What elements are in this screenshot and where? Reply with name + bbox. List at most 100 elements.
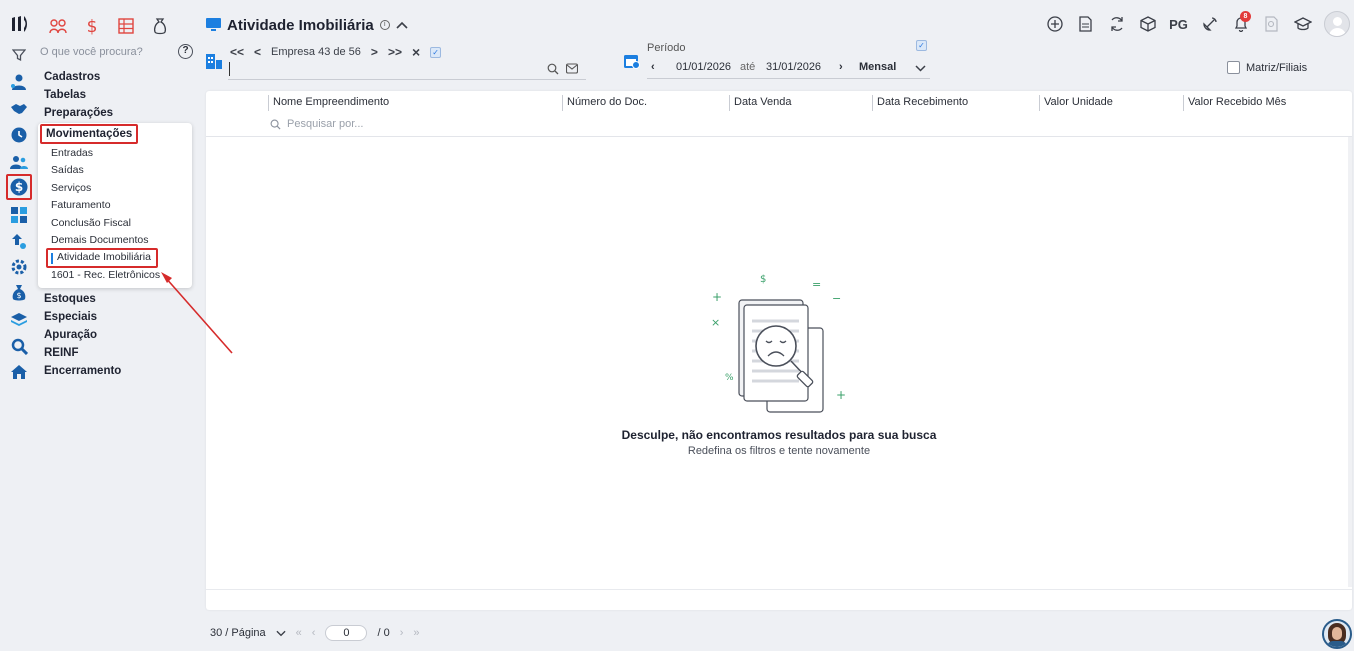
search-icon[interactable] — [547, 63, 559, 78]
menu-item-reinf[interactable]: REINF — [44, 346, 194, 364]
menu-item-movimentacoes[interactable]: Movimentações — [40, 124, 139, 144]
menu-item-apuracao[interactable]: Apuração — [44, 328, 194, 346]
user-avatar[interactable] — [1324, 11, 1350, 37]
company-input[interactable] — [228, 59, 586, 80]
period-checkbox[interactable]: ✓ — [916, 40, 927, 51]
sidebar-search-placeholder[interactable]: O que você procura? — [40, 46, 143, 58]
home-icon[interactable] — [10, 363, 28, 381]
dollar-circle-icon[interactable]: $ — [10, 178, 28, 196]
mail-icon[interactable] — [565, 63, 579, 77]
app-logo-icon[interactable] — [10, 14, 30, 34]
calculator-icon[interactable] — [10, 206, 28, 224]
svg-text:%: % — [725, 373, 734, 383]
table-header: Nome Empreendimento Número do Doc. Data … — [206, 91, 1352, 137]
gear-network-icon[interactable] — [10, 258, 28, 276]
upload-user-icon[interactable] — [10, 232, 28, 250]
pg-label[interactable]: PG — [1163, 10, 1194, 38]
vertical-scrollbar[interactable] — [1348, 137, 1352, 587]
column-header[interactable]: Nome Empreendimento — [268, 95, 389, 111]
empty-state-subtitle: Redefina os filtros e tente novamente — [687, 445, 871, 457]
menu-item-preparacoes[interactable]: Preparações — [44, 106, 194, 124]
next-company-button[interactable]: > — [371, 45, 378, 59]
first-page-button[interactable]: « — [296, 627, 302, 639]
last-company-button[interactable]: >> — [388, 45, 402, 59]
chevron-up-icon[interactable] — [396, 21, 408, 29]
submenu-item-rec-eletronicos[interactable]: 1601 - Rec. Eletrônicos — [51, 269, 160, 281]
search-icon — [270, 119, 281, 130]
submenu-item-demais-documentos[interactable]: Demais Documentos — [51, 234, 148, 246]
box-icon[interactable] — [1132, 10, 1163, 38]
dollar-icon[interactable]: $ — [80, 14, 104, 38]
chevron-down-icon[interactable] — [276, 630, 286, 637]
submenu-item-faturamento[interactable]: Faturamento — [51, 199, 111, 211]
handshake-icon[interactable] — [10, 100, 28, 118]
submenu-item-atividade-imobiliaria[interactable]: Atividade Imobiliária — [57, 251, 151, 263]
page-size-select[interactable]: 30 / Página — [210, 627, 266, 639]
money-bag-outline-icon[interactable] — [148, 14, 172, 38]
page-title: Atividade Imobiliária — [227, 16, 374, 34]
clock-icon[interactable] — [10, 126, 28, 144]
company-checkbox[interactable]: ✓ — [430, 46, 442, 58]
next-page-button[interactable]: › — [400, 627, 404, 639]
money-bag-icon[interactable]: $ — [10, 284, 28, 302]
last-page-button[interactable]: » — [413, 627, 419, 639]
users-icon[interactable] — [10, 73, 28, 91]
period-end-date[interactable]: 31/01/2026 — [766, 61, 821, 73]
document-icon[interactable] — [1070, 10, 1101, 38]
svg-text:+: + — [712, 290, 722, 304]
results-table: Nome Empreendimento Número do Doc. Data … — [206, 91, 1352, 610]
period-prev-button[interactable]: ‹ — [651, 61, 655, 73]
table-search[interactable]: Pesquisar por... — [270, 118, 363, 130]
graduation-cap-icon[interactable] — [1287, 10, 1318, 38]
column-header[interactable]: Data Venda — [729, 95, 792, 111]
page-number-input[interactable]: 0 — [325, 625, 368, 641]
svg-text:−: − — [832, 292, 841, 305]
column-header[interactable]: Data Recebimento — [872, 95, 968, 111]
report-icon[interactable] — [1256, 10, 1287, 38]
clear-company-button[interactable]: × — [412, 44, 420, 60]
column-header[interactable]: Número do Doc. — [562, 95, 647, 111]
people-icon[interactable] — [10, 153, 28, 171]
magnifier-icon[interactable] — [10, 337, 28, 355]
submenu-item-saidas[interactable]: Saídas — [51, 164, 84, 176]
assistant-avatar[interactable] — [1322, 619, 1352, 649]
bell-icon[interactable]: 8 — [1225, 10, 1256, 38]
menu-item-encerramento[interactable]: Encerramento — [44, 364, 194, 382]
chevron-down-icon[interactable] — [915, 63, 926, 75]
menu-item-tabelas[interactable]: Tabelas — [44, 88, 194, 106]
menu-item-estoques[interactable]: Estoques — [44, 292, 194, 310]
prev-page-button[interactable]: ‹ — [312, 627, 316, 639]
menu-item-especiais[interactable]: Especiais — [44, 310, 194, 328]
prev-company-button[interactable]: < — [254, 45, 261, 59]
submenu-item-entradas[interactable]: Entradas — [51, 147, 93, 159]
matriz-filiais-checkbox[interactable] — [1227, 61, 1240, 74]
period-next-button[interactable]: › — [839, 61, 843, 73]
satellite-icon[interactable] — [1194, 10, 1225, 38]
table-search-placeholder[interactable]: Pesquisar por... — [287, 118, 363, 130]
total-pages: / 0 — [377, 627, 390, 639]
info-icon[interactable]: i — [379, 20, 390, 30]
spreadsheet-icon[interactable] — [114, 14, 138, 38]
monitor-icon — [206, 18, 221, 31]
period-connector: até — [740, 61, 756, 73]
help-icon[interactable]: ? — [178, 44, 193, 59]
people-group-icon[interactable] — [46, 14, 70, 38]
period-mode-select[interactable]: Mensal — [859, 61, 896, 73]
table-footer-divider — [206, 589, 1352, 590]
column-header[interactable]: Valor Recebido Mês — [1183, 95, 1286, 111]
plus-circle-icon[interactable] — [1039, 10, 1070, 38]
submenu-item-conclusao-fiscal[interactable]: Conclusão Fiscal — [51, 217, 131, 229]
matriz-filiais-toggle[interactable]: Matriz/Filiais — [1227, 61, 1307, 74]
period-start-date[interactable]: 01/01/2026 — [676, 61, 731, 73]
active-indicator — [51, 253, 53, 264]
matriz-filiais-label: Matriz/Filiais — [1246, 61, 1308, 74]
sidebar-search[interactable]: O que você procura? ? — [10, 44, 196, 62]
first-company-button[interactable]: << — [230, 45, 244, 59]
period-label: Período — [647, 42, 686, 54]
menu-item-cadastros[interactable]: Cadastros — [44, 70, 194, 88]
refresh-icon[interactable] — [1101, 10, 1132, 38]
column-header[interactable]: Valor Unidade — [1039, 95, 1113, 111]
layers-icon[interactable] — [10, 311, 28, 329]
svg-text:$: $ — [760, 274, 766, 285]
submenu-item-servicos[interactable]: Serviços — [51, 182, 91, 194]
